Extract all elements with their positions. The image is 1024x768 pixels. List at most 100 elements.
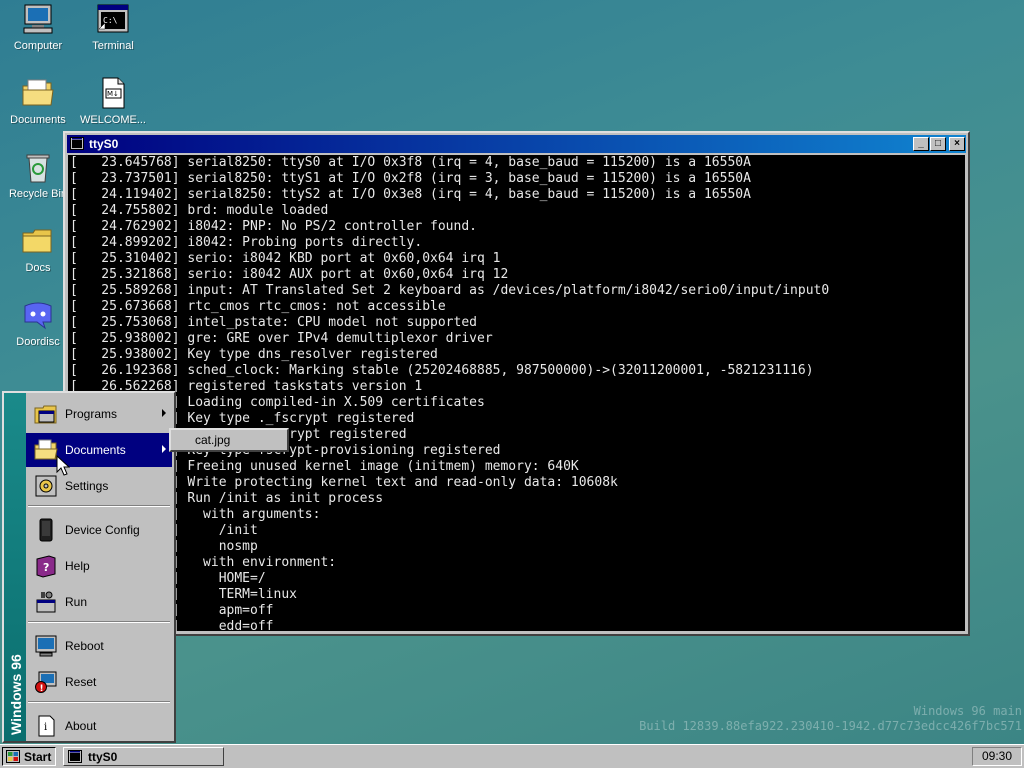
svg-text:!: ! xyxy=(40,684,44,694)
submenu-arrow-icon xyxy=(162,409,166,417)
start-menu-documents[interactable]: Documents xyxy=(26,433,172,467)
terminal-line: [ 27.050668] Freeing unused kernel image… xyxy=(70,459,579,474)
terminal-line: [ 26.562268] registered taskstats versio… xyxy=(70,379,423,394)
terminal-icon: C:\ xyxy=(97,4,129,33)
terminal-line: [ 25.938002] Key type dns_resolver regis… xyxy=(70,347,438,362)
terminal-line: [ 26.192368] sched_clock: Marking stable… xyxy=(70,363,814,378)
terminal-line: [ 27.100335] Write protecting kernel tex… xyxy=(70,475,618,490)
terminal-line: [ 23.737501] serial8250: ttyS1 at I/O 0x… xyxy=(70,171,751,186)
desktop-icon-welcome[interactable]: M↓ WELCOME... xyxy=(75,76,151,126)
menu-item-label: Programs xyxy=(65,407,118,421)
terminal-line: [ 24.762902] i8042: PNP: No PS/2 control… xyxy=(70,219,477,234)
menu-separator xyxy=(28,621,170,623)
maximize-button[interactable]: □ xyxy=(930,137,946,151)
settings-icon xyxy=(35,475,57,497)
recycle-bin-icon xyxy=(26,154,50,183)
documents-folder-icon xyxy=(22,79,54,106)
markdown-file-icon: M↓ xyxy=(102,77,125,109)
minimize-button[interactable]: _ xyxy=(913,137,929,151)
terminal-line: [ 27.100635] with environment: xyxy=(70,555,337,570)
terminal-line: [ 24.755802] brd: module loaded xyxy=(70,203,329,218)
terminal-line: [ 27.100668] HOME=/ xyxy=(70,571,266,586)
start-menu-run[interactable]: Run xyxy=(26,585,172,619)
terminal-window-icon xyxy=(68,750,82,763)
terminal-line: [ 25.310402] serio: i8042 KBD port at 0x… xyxy=(70,251,501,266)
taskbar-item-ttys0[interactable]: ttyS0 xyxy=(63,747,224,766)
run-icon xyxy=(36,591,56,613)
terminal-line: [ 27.100602] nosmp xyxy=(70,539,258,554)
submenu-arrow-icon xyxy=(162,445,166,453)
start-menu-banner: Windows 96 xyxy=(4,393,26,741)
svg-text:M↓: M↓ xyxy=(107,90,119,98)
start-menu: Windows 96 Programs Documents Settings D… xyxy=(2,391,176,743)
watermark-line: Build 12839.88efa922.230410-1942.d77c73e… xyxy=(639,719,1022,733)
terminal-line: [ 24.119402] serial8250: ttyS2 at I/O 0x… xyxy=(70,187,751,202)
mouse-cursor-icon xyxy=(56,455,70,476)
taskbar-item-label: ttyS0 xyxy=(88,750,118,764)
reset-icon: ! xyxy=(35,671,57,694)
terminal-line: [ 27.100468] Run /init as init process xyxy=(70,491,384,506)
taskbar: Start ttyS0 09:30 xyxy=(0,744,1024,768)
terminal-line: [ 25.938002] gre: GRE over IPv4 demultip… xyxy=(70,331,493,346)
terminal-line: [ 26.829802] Key type ._fscrypt register… xyxy=(70,411,415,426)
about-icon: i xyxy=(38,715,55,737)
terminal-window-icon xyxy=(70,137,84,150)
window-titlebar[interactable]: ttyS0 _ □ × xyxy=(67,135,966,153)
menu-item-label: About xyxy=(65,719,97,733)
start-menu-device-config[interactable]: Device Config xyxy=(26,513,172,547)
start-menu-about[interactable]: i About xyxy=(26,709,172,743)
start-menu-help[interactable]: ? Help xyxy=(26,549,172,583)
start-menu-banner-text: Windows 96 xyxy=(8,654,24,735)
desktop: Computer C:\ Terminal Documents M↓ WELCO… xyxy=(0,0,1024,744)
watermark-line: Windows 96 main xyxy=(913,704,1022,718)
desktop-icon-terminal[interactable]: C:\ Terminal xyxy=(75,2,151,52)
terminal-line: [ 27.100535] with arguments: xyxy=(70,507,321,522)
close-button[interactable]: × xyxy=(949,137,965,151)
taskbar-clock[interactable]: 09:30 xyxy=(972,747,1022,766)
terminal-line: [ 25.589268] input: AT Translated Set 2 … xyxy=(70,283,830,298)
folder-icon xyxy=(22,229,52,253)
menu-item-label: Help xyxy=(65,559,90,573)
svg-text:i: i xyxy=(44,722,47,733)
help-book-icon: ? xyxy=(36,555,56,578)
terminal-line: [ 27.100702] TERM=linux xyxy=(70,587,297,602)
window-title: ttyS0 xyxy=(89,137,119,151)
documents-icon xyxy=(34,439,58,460)
terminal-line: [ 23.645768] serial8250: ttyS0 at I/O 0x… xyxy=(70,155,751,170)
programs-icon xyxy=(34,405,57,424)
terminal-line: [ 27.100768] edd=off xyxy=(70,619,274,631)
desktop-icon-label: Computer xyxy=(13,40,63,52)
menu-separator xyxy=(28,505,170,507)
menu-item-label: Reboot xyxy=(65,639,104,653)
start-menu-settings[interactable]: Settings xyxy=(26,469,172,503)
windows-logo-icon xyxy=(6,750,20,763)
build-watermark: Windows 96 main Build 12839.88efa922.230… xyxy=(639,704,1022,734)
desktop-icon-computer[interactable]: Computer xyxy=(0,2,76,52)
menu-item-label: Reset xyxy=(65,675,97,689)
terminal-line: [ 25.753068] intel_pstate: CPU model not… xyxy=(70,315,477,330)
documents-submenu: cat.jpg xyxy=(169,428,289,452)
terminal-output[interactable]: [ 23.645768] serial8250: ttyS0 at I/O 0x… xyxy=(68,155,965,631)
device-config-icon xyxy=(39,518,53,542)
svg-text:?: ? xyxy=(43,561,49,574)
submenu-item-cat-jpg[interactable]: cat.jpg xyxy=(173,432,285,448)
start-menu-programs[interactable]: Programs xyxy=(26,397,172,431)
desktop-icon-label: Terminal xyxy=(92,40,134,52)
desktop-icon-label: WELCOME... xyxy=(79,114,146,126)
desktop-icon-documents[interactable]: Documents xyxy=(0,76,76,126)
computer-icon xyxy=(23,4,53,34)
start-button-label: Start xyxy=(24,750,52,764)
start-menu-reboot[interactable]: Reboot xyxy=(26,629,172,663)
menu-item-label: Documents xyxy=(65,443,126,457)
start-button[interactable]: Start xyxy=(2,747,56,766)
menu-item-label: Run xyxy=(65,595,88,609)
terminal-window[interactable]: ttyS0 _ □ × [ 23.645768] serial8250: tty… xyxy=(63,131,970,636)
terminal-line: [ 24.899202] i8042: Probing ports direct… xyxy=(70,235,423,250)
menu-separator xyxy=(28,701,170,703)
menu-item-label: Device Config xyxy=(65,523,140,537)
reboot-icon xyxy=(35,635,57,657)
terminal-line: [ 27.100735] apm=off xyxy=(70,603,274,618)
start-menu-reset[interactable]: ! Reset xyxy=(26,665,172,699)
terminal-line: [ 26.611468] Loading compiled-in X.509 c… xyxy=(70,395,485,410)
terminal-line: [ 25.321868] serio: i8042 AUX port at 0x… xyxy=(70,267,509,282)
